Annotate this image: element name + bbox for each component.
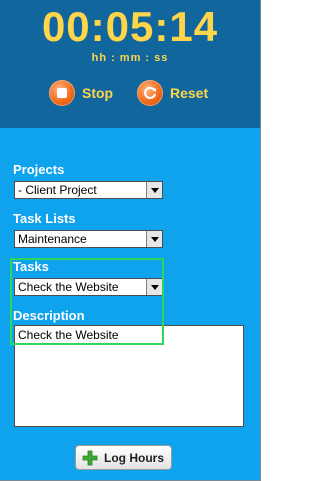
task-lists-selected-value: Maintenance [18,232,87,246]
task-lists-select[interactable]: Maintenance [14,230,163,248]
plus-icon [82,450,98,466]
time-tracker-panel: 00:05:14 hh : mm : ss Stop Reset Project… [0,0,261,481]
stop-button[interactable]: Stop [49,79,113,107]
tasks-select[interactable]: Check the Website [14,278,163,296]
chevron-down-icon [146,182,162,198]
chevron-down-icon [146,231,162,247]
tasks-label: Tasks [13,259,49,274]
task-lists-label: Task Lists [13,211,76,226]
reset-label: Reset [170,85,209,101]
reset-icon [137,80,163,106]
timer-header: 00:05:14 hh : mm : ss Stop Reset [0,0,260,128]
timer-format-label: hh : mm : ss [91,52,169,64]
tasks-selected-value: Check the Website [18,280,119,294]
log-hours-button[interactable]: Log Hours [75,445,172,470]
description-label: Description [13,308,85,323]
projects-selected-value: - Client Project [18,183,97,197]
projects-select[interactable]: - Client Project [14,181,163,199]
chevron-down-icon [146,279,162,295]
timer-display: 00:05:14 [41,3,219,50]
reset-button[interactable]: Reset [137,79,208,107]
projects-label: Projects [13,162,65,177]
stop-icon [49,80,75,106]
stop-label: Stop [82,85,114,101]
log-hours-label: Log Hours [104,450,164,465]
description-textarea[interactable]: Check the Website [14,325,244,427]
